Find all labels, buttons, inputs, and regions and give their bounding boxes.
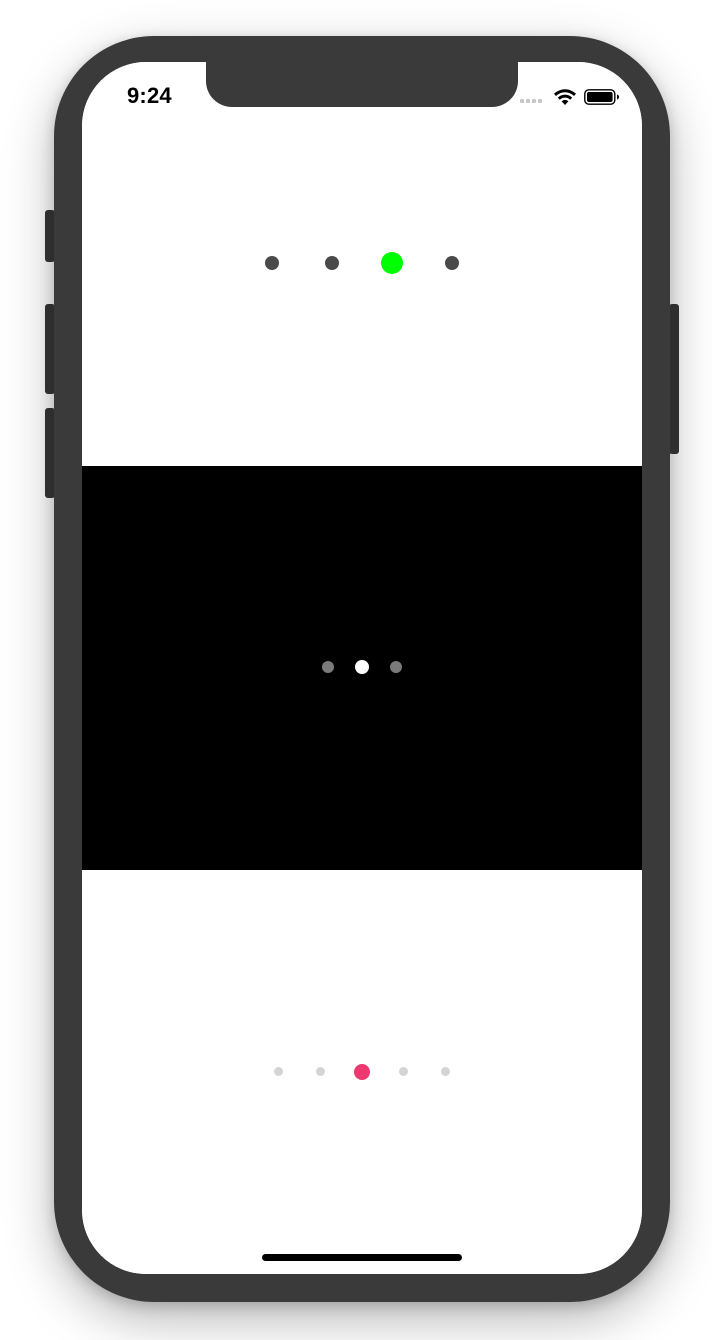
page-control-section-bottom	[82, 870, 642, 1274]
device-frame-stage: 9:24	[0, 0, 712, 1340]
notch	[206, 62, 518, 107]
page-control-section-top	[82, 62, 642, 466]
page-control-section-middle	[82, 466, 642, 870]
page-dot-1[interactable]	[265, 256, 279, 270]
home-indicator[interactable]	[262, 1254, 462, 1261]
page-dot-3-current[interactable]	[381, 252, 403, 274]
page-dot-1[interactable]	[322, 661, 334, 673]
power-button	[669, 304, 679, 454]
wifi-icon	[554, 89, 576, 105]
page-dot-3[interactable]	[390, 661, 402, 673]
screen: 9:24	[82, 62, 642, 1274]
page-dot-5[interactable]	[441, 1067, 450, 1076]
status-time: 9:24	[127, 83, 172, 108]
page-dot-1[interactable]	[274, 1067, 283, 1076]
page-dot-4[interactable]	[445, 256, 459, 270]
cellular-signal-icon	[520, 99, 548, 103]
battery-icon	[584, 89, 619, 105]
page-dot-4[interactable]	[399, 1067, 408, 1076]
page-dot-2[interactable]	[316, 1067, 325, 1076]
status-icons	[520, 86, 630, 108]
page-dot-2[interactable]	[325, 256, 339, 270]
page-dot-2-current[interactable]	[355, 660, 369, 674]
page-dot-3-current[interactable]	[354, 1064, 370, 1080]
